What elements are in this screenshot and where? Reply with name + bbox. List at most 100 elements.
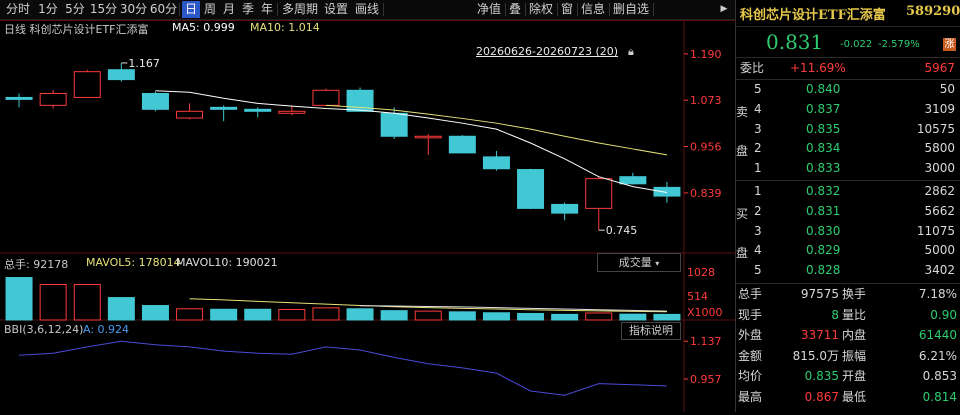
volume-bar[interactable] xyxy=(619,313,647,321)
stat-value: 7.18% xyxy=(918,287,957,301)
toolbar-remove-favorite-button[interactable]: 删自选 xyxy=(610,1,652,18)
stat-label: 金额 xyxy=(738,348,763,363)
toolbar-exright-button[interactable]: 除权 xyxy=(526,1,556,18)
candle-body[interactable] xyxy=(619,176,647,185)
ask-volume: 10575 xyxy=(916,121,955,136)
candle-body[interactable] xyxy=(107,69,135,81)
ask-level: 5 xyxy=(754,82,762,96)
volume-bar[interactable] xyxy=(414,310,442,321)
ask-price: 0.834 xyxy=(806,141,841,156)
volume-bar[interactable] xyxy=(380,310,408,321)
stock-code: 589290 xyxy=(906,4,960,19)
toolbar-30min-button[interactable]: 30分 xyxy=(119,1,148,18)
toolbar-week-button[interactable]: 周 xyxy=(201,1,219,18)
period-toolbar: 分时 1分 5分 15分 30分 60分日周月季年多周期 设置 画线 净值叠除权窗信息 删自选 ▶ xyxy=(0,0,735,20)
toolbar-month-button[interactable]: 月 xyxy=(220,1,238,18)
toolbar-fenshi-button[interactable]: 分时 xyxy=(2,1,34,18)
ask-level: 1 xyxy=(754,161,762,176)
volume-bar[interactable] xyxy=(210,308,238,321)
toolbar-draw-button[interactable]: 画线 xyxy=(352,1,382,18)
date-range[interactable]: 20260626-20260723 (20) xyxy=(476,45,618,58)
volume-bar[interactable] xyxy=(517,312,545,321)
candle-body[interactable] xyxy=(653,186,681,197)
price-tick-label: 1.190 xyxy=(690,48,722,61)
candle-body[interactable] xyxy=(414,135,442,139)
volume-bar[interactable] xyxy=(39,284,67,321)
candle-body[interactable] xyxy=(39,92,67,106)
stat-value: 0.867 xyxy=(804,389,839,404)
bid-volume: 5662 xyxy=(924,203,955,218)
indicator-help-button[interactable]: 指标说明 xyxy=(621,322,681,340)
limit-flag-badge: 涨 xyxy=(943,38,956,51)
volume-bar[interactable] xyxy=(141,305,169,321)
volume-bar[interactable] xyxy=(482,312,510,321)
candle-body[interactable] xyxy=(141,92,169,110)
volume-bar[interactable] xyxy=(73,284,101,321)
toolbar-1min-button[interactable]: 1分 xyxy=(35,1,61,18)
candle-body[interactable] xyxy=(585,178,613,209)
candle-body[interactable] xyxy=(482,156,510,170)
volume-bar[interactable] xyxy=(107,297,135,321)
sell-label: 卖 xyxy=(736,105,749,119)
candle-body[interactable] xyxy=(517,169,545,209)
candle-body[interactable] xyxy=(312,89,340,106)
mavol5-legend: MAVOL5: 178014 xyxy=(86,256,181,269)
volume-bar[interactable] xyxy=(176,308,204,321)
toolbar-settings-button[interactable]: 设置 xyxy=(321,1,351,18)
toolbar-multi-period-button[interactable]: 多周期 xyxy=(280,1,320,18)
stat-row: 总手 97575 换手 7.18% xyxy=(736,285,960,305)
stat-label: 换手 xyxy=(842,287,867,301)
candle-body[interactable] xyxy=(380,112,408,137)
volume-bar[interactable] xyxy=(244,308,272,321)
toolbar-info-button[interactable]: 信息 xyxy=(578,1,608,18)
bid-row: 1 0.832 2862 xyxy=(736,182,960,202)
toolbar-overlay-button[interactable]: 叠 xyxy=(506,1,524,18)
volume-bar[interactable] xyxy=(448,311,476,321)
candle-body[interactable] xyxy=(278,110,306,114)
candle-body[interactable] xyxy=(448,135,476,154)
volume-tick-label: 1028 xyxy=(687,266,715,279)
bid-level: 5 xyxy=(754,263,762,278)
bid-price: 0.829 xyxy=(806,243,841,258)
ask-row: 5 0.840 50 xyxy=(736,80,960,100)
bbi-legend: BBI(3,6,12,24) xyxy=(4,323,84,336)
lock-icon[interactable]: 🔒︎ xyxy=(628,45,634,59)
toolbar-5min-button[interactable]: 5分 xyxy=(62,1,88,18)
toolbar-window-button[interactable]: 窗 xyxy=(558,1,576,18)
dropdown-icon: ▾ xyxy=(655,259,660,268)
candle-body[interactable] xyxy=(73,71,101,98)
toolbar-day-button[interactable]: 日 xyxy=(182,1,200,18)
volume-selector-button[interactable]: 成交量 ▾ xyxy=(597,253,681,272)
volume-bar[interactable] xyxy=(5,277,33,321)
bid-volume: 3402 xyxy=(924,263,955,278)
stat-label: 量比 xyxy=(842,307,867,322)
stat-row: 外盘 33711 内盘 61440 xyxy=(736,326,960,346)
volume-bar[interactable] xyxy=(346,308,374,321)
toolbar-quarter-button[interactable]: 季 xyxy=(239,1,257,18)
collapse-arrow-icon[interactable]: ▶ xyxy=(716,1,732,18)
stat-label: 振幅 xyxy=(842,348,867,363)
bid-price: 0.828 xyxy=(806,263,841,278)
candle-body[interactable] xyxy=(210,106,238,110)
candle-body[interactable] xyxy=(5,96,33,100)
toolbar-15min-button[interactable]: 15分 xyxy=(89,1,118,18)
kline-chart[interactable]: 1.190 1.073 0.956 0.839 1.167 0.745 1028 514 X10… xyxy=(0,20,735,412)
candle-body[interactable] xyxy=(244,108,272,112)
buy-label: 买 xyxy=(736,207,749,221)
weibi-row: 委比 +11.69% 5967 xyxy=(736,59,960,79)
weibi-pct: +11.69% xyxy=(790,61,846,75)
volume-selector-label: 成交量 xyxy=(618,256,652,269)
candle-body[interactable] xyxy=(176,110,204,119)
volume-bar[interactable] xyxy=(278,308,306,321)
toolbar-year-button[interactable]: 年 xyxy=(258,1,276,18)
volume-bar[interactable] xyxy=(551,313,579,321)
volume-bar[interactable] xyxy=(653,313,681,321)
candle-body[interactable] xyxy=(551,203,579,214)
toolbar-60min-button[interactable]: 60分 xyxy=(149,1,178,18)
toolbar-nav-button[interactable]: 净值 xyxy=(474,1,504,18)
volume-bar[interactable] xyxy=(312,307,340,321)
volume-tick-label: X1000 xyxy=(687,306,723,319)
divider xyxy=(736,283,960,284)
stat-label: 开盘 xyxy=(842,369,867,383)
volume-bar[interactable] xyxy=(585,312,613,321)
